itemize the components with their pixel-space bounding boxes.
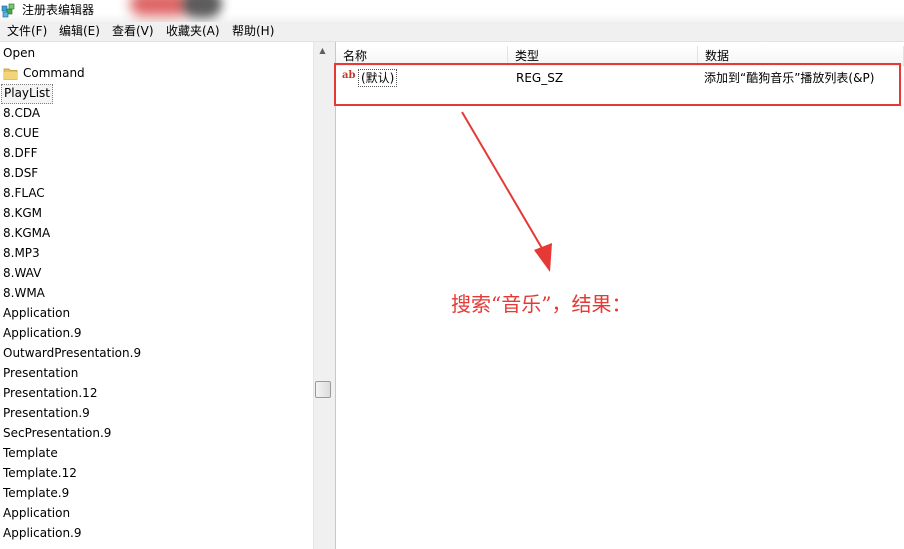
tree-item-command[interactable]: Command <box>23 64 85 82</box>
menu-edit[interactable]: 编辑(E) <box>58 24 101 39</box>
registry-key-tree[interactable]: Open Command PlayList 8.CDA 8.CUE 8.DFF … <box>0 42 313 549</box>
scroll-up-arrow-icon[interactable]: ▲ <box>314 42 331 59</box>
title-bar: 注册表编辑器 <box>0 0 904 22</box>
tree-item[interactable]: 8.DSF <box>3 164 38 182</box>
folder-icon <box>3 68 18 80</box>
tree-item[interactable]: Template.9 <box>3 484 69 502</box>
tree-item[interactable]: Presentation.9 <box>3 404 90 422</box>
tree-item[interactable]: Application.9 <box>3 524 82 542</box>
tree-item[interactable]: 8.FLAC <box>3 184 45 202</box>
menu-view[interactable]: 查看(V) <box>111 24 155 39</box>
menu-help[interactable]: 帮助(H) <box>231 24 275 39</box>
tree-item[interactable]: 8.WAV <box>3 264 41 282</box>
tree-item[interactable]: Template.12 <box>3 464 77 482</box>
tree-item[interactable]: Application.9 <box>3 324 82 342</box>
menu-favorites[interactable]: 收藏夹(A) <box>165 24 221 39</box>
menu-bar: 文件(F) 编辑(E) 查看(V) 收藏夹(A) 帮助(H) <box>0 22 904 42</box>
tree-item[interactable]: Application <box>3 304 70 322</box>
tree-item[interactable]: OutwardPresentation.9 <box>3 344 141 362</box>
tree-item[interactable]: Open <box>3 44 35 62</box>
menu-file[interactable]: 文件(F) <box>6 24 48 39</box>
highlight-box <box>334 63 901 106</box>
tree-item[interactable]: 8.DFF <box>3 144 38 162</box>
tree-item[interactable]: 8.MP3 <box>3 244 40 262</box>
annotation-text: 搜索“音乐”，结果： <box>451 292 632 316</box>
scroll-thumb[interactable] <box>315 381 331 398</box>
tree-scrollbar[interactable]: ▲ <box>313 42 331 549</box>
background-blur-dark <box>182 0 222 18</box>
tree-item[interactable]: 8.WMA <box>3 284 45 302</box>
column-header-row: 名称 类型 数据 <box>336 44 904 66</box>
regedit-app-icon <box>1 3 15 18</box>
tree-item[interactable]: Presentation.12 <box>3 384 97 402</box>
tree-item-selected[interactable]: PlayList <box>1 84 54 104</box>
tree-item[interactable]: 8.CUE <box>3 124 39 142</box>
tree-item[interactable]: 8.KGMA <box>3 224 50 242</box>
tree-item[interactable]: Template <box>3 444 58 462</box>
background-blur-red <box>130 0 190 16</box>
window-title: 注册表编辑器 <box>22 3 95 17</box>
tree-item[interactable]: Presentation <box>3 364 78 382</box>
tree-item[interactable]: Application <box>3 504 70 522</box>
tree-item[interactable]: 8.CDA <box>3 104 40 122</box>
annotation-arrow <box>461 111 552 272</box>
tree-item[interactable]: 8.KGM <box>3 204 42 222</box>
tree-item[interactable]: SecPresentation.9 <box>3 424 111 442</box>
